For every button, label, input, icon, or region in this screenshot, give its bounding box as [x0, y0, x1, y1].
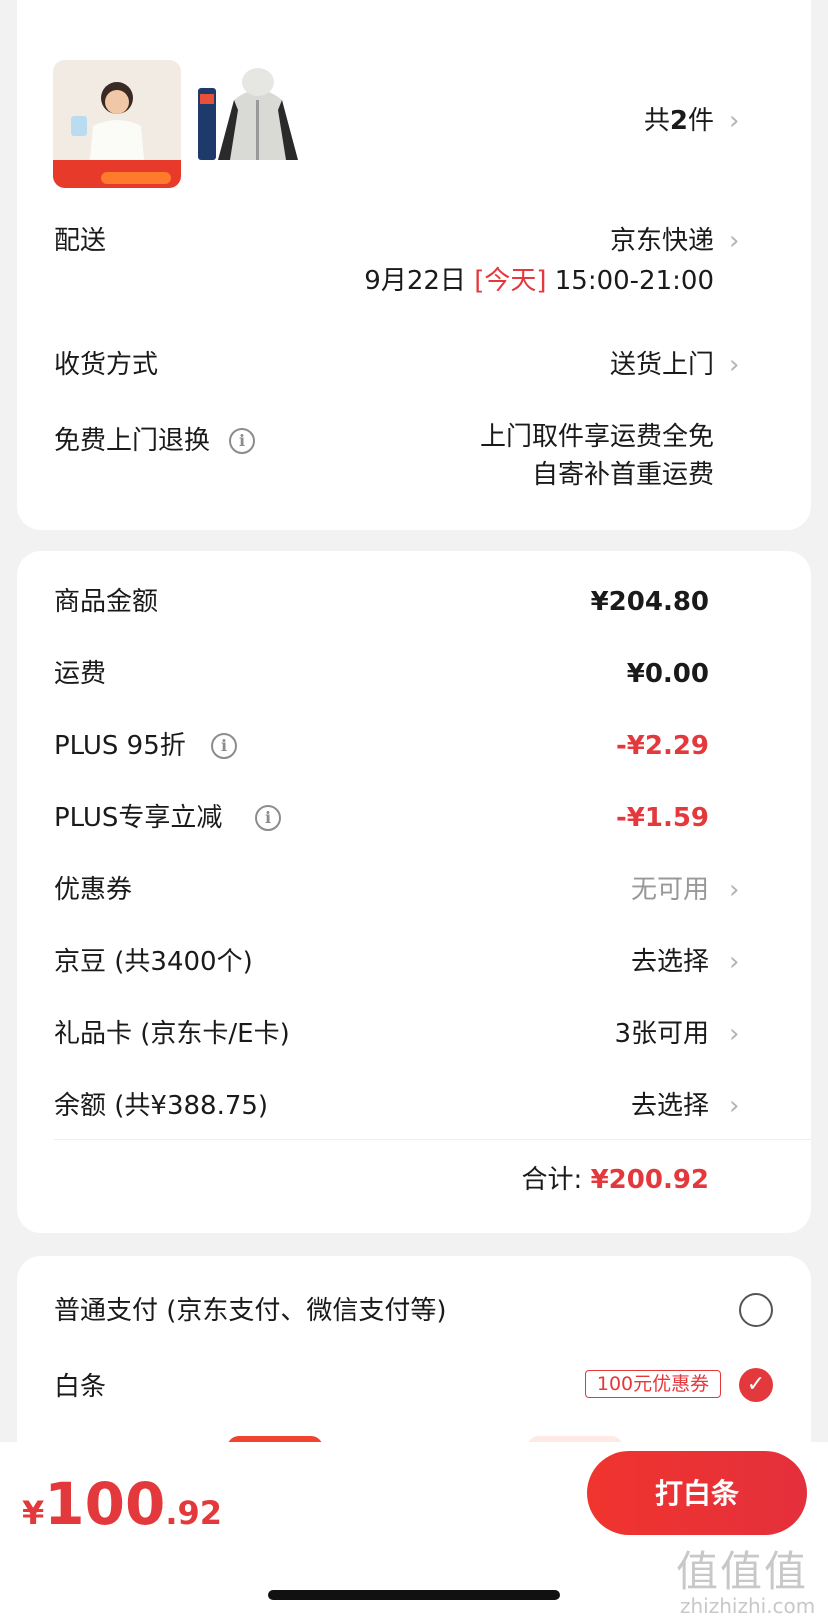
shipping-label: 运费 [54, 659, 107, 689]
goods-amount-value: ¥204.80 [590, 587, 709, 617]
free-return-label: 免费上门退换 [54, 426, 211, 456]
chevron-right-icon: › [729, 1019, 740, 1049]
chevron-right-icon: › [729, 106, 740, 136]
home-indicator [268, 1590, 560, 1600]
jingdou-label: 京豆 (共3400个) [54, 947, 253, 977]
balance-label: 余额 (共¥388.75) [54, 1091, 269, 1121]
chevron-right-icon: › [729, 947, 740, 977]
watermark-logo: 值值值 [676, 1547, 809, 1596]
baitiao-label: 白条 [54, 1372, 107, 1402]
delivery-card: 共2件 › 配送 京东快递 › 9月22日 [今天] 15:00-21:00 收… [17, 0, 811, 530]
normal-pay-radio[interactable] [739, 1293, 773, 1327]
plus-cut-label: PLUS专享立减 [54, 803, 223, 833]
balance-value[interactable]: 去选择 [467, 1089, 709, 1123]
total-value: ¥200.92 [590, 1165, 709, 1195]
info-icon[interactable]: i [229, 428, 255, 454]
delivery-time: 9月22日 [今天] 15:00-21:00 [364, 266, 714, 296]
giftcard-label: 礼品卡 (京东卡/E卡) [54, 1019, 290, 1049]
normal-pay-label: 普通支付 (京东支付、微信支付等) [54, 1296, 447, 1326]
giftcard-value[interactable]: 3张可用 [467, 1017, 709, 1051]
pay-price: ¥100.92 [22, 1470, 222, 1538]
product-thumbnail-jacket[interactable] [194, 60, 322, 188]
divider [54, 1139, 811, 1140]
pay-with-baitiao-button[interactable]: 打白条 [587, 1451, 807, 1535]
free-return-line2: 自寄补首重运费 [531, 460, 714, 490]
chevron-right-icon: › [729, 875, 740, 905]
receive-method-label: 收货方式 [54, 350, 159, 380]
price-decimal: .92 [165, 1494, 223, 1532]
coupon-label: 优惠券 [54, 875, 133, 905]
price-integer: 100 [44, 1470, 166, 1538]
jingdou-value[interactable]: 去选择 [467, 945, 709, 979]
coupon-value[interactable]: 无可用 [467, 873, 709, 907]
chevron-right-icon: › [729, 350, 740, 380]
receive-method-value[interactable]: 送货上门 [497, 348, 714, 382]
baitiao-coupon-badge: 100元优惠券 [585, 1370, 721, 1398]
plus95-value: -¥2.29 [615, 731, 709, 761]
price-currency: ¥ [22, 1494, 45, 1532]
plus-cut-value: -¥1.59 [615, 803, 709, 833]
watermark-site: zhizhizhi.com [680, 1594, 816, 1618]
cost-card: 商品金额 ¥204.80 运费 ¥0.00 PLUS 95折 i -¥2.29 … [17, 551, 811, 1233]
info-icon[interactable]: i [255, 805, 281, 831]
item-count[interactable]: 共2件 [577, 104, 714, 138]
delivery-label: 配送 [54, 226, 107, 256]
product-thumbnail-tshirt[interactable] [53, 60, 181, 188]
total-row: 合计: ¥200.92 [367, 1163, 709, 1197]
chevron-right-icon: › [729, 1091, 740, 1121]
total-label: 合计: [521, 1165, 583, 1195]
info-icon[interactable]: i [211, 733, 237, 759]
goods-amount-label: 商品金额 [54, 587, 159, 617]
chevron-right-icon: › [729, 226, 740, 256]
plus95-label: PLUS 95折 [54, 731, 186, 761]
baitiao-checked-icon[interactable]: ✓ [739, 1368, 773, 1402]
delivery-method[interactable]: 京东快递 [497, 224, 714, 258]
shipping-value: ¥0.00 [626, 659, 709, 689]
free-return-line1: 上门取件享运费全免 [479, 422, 714, 452]
